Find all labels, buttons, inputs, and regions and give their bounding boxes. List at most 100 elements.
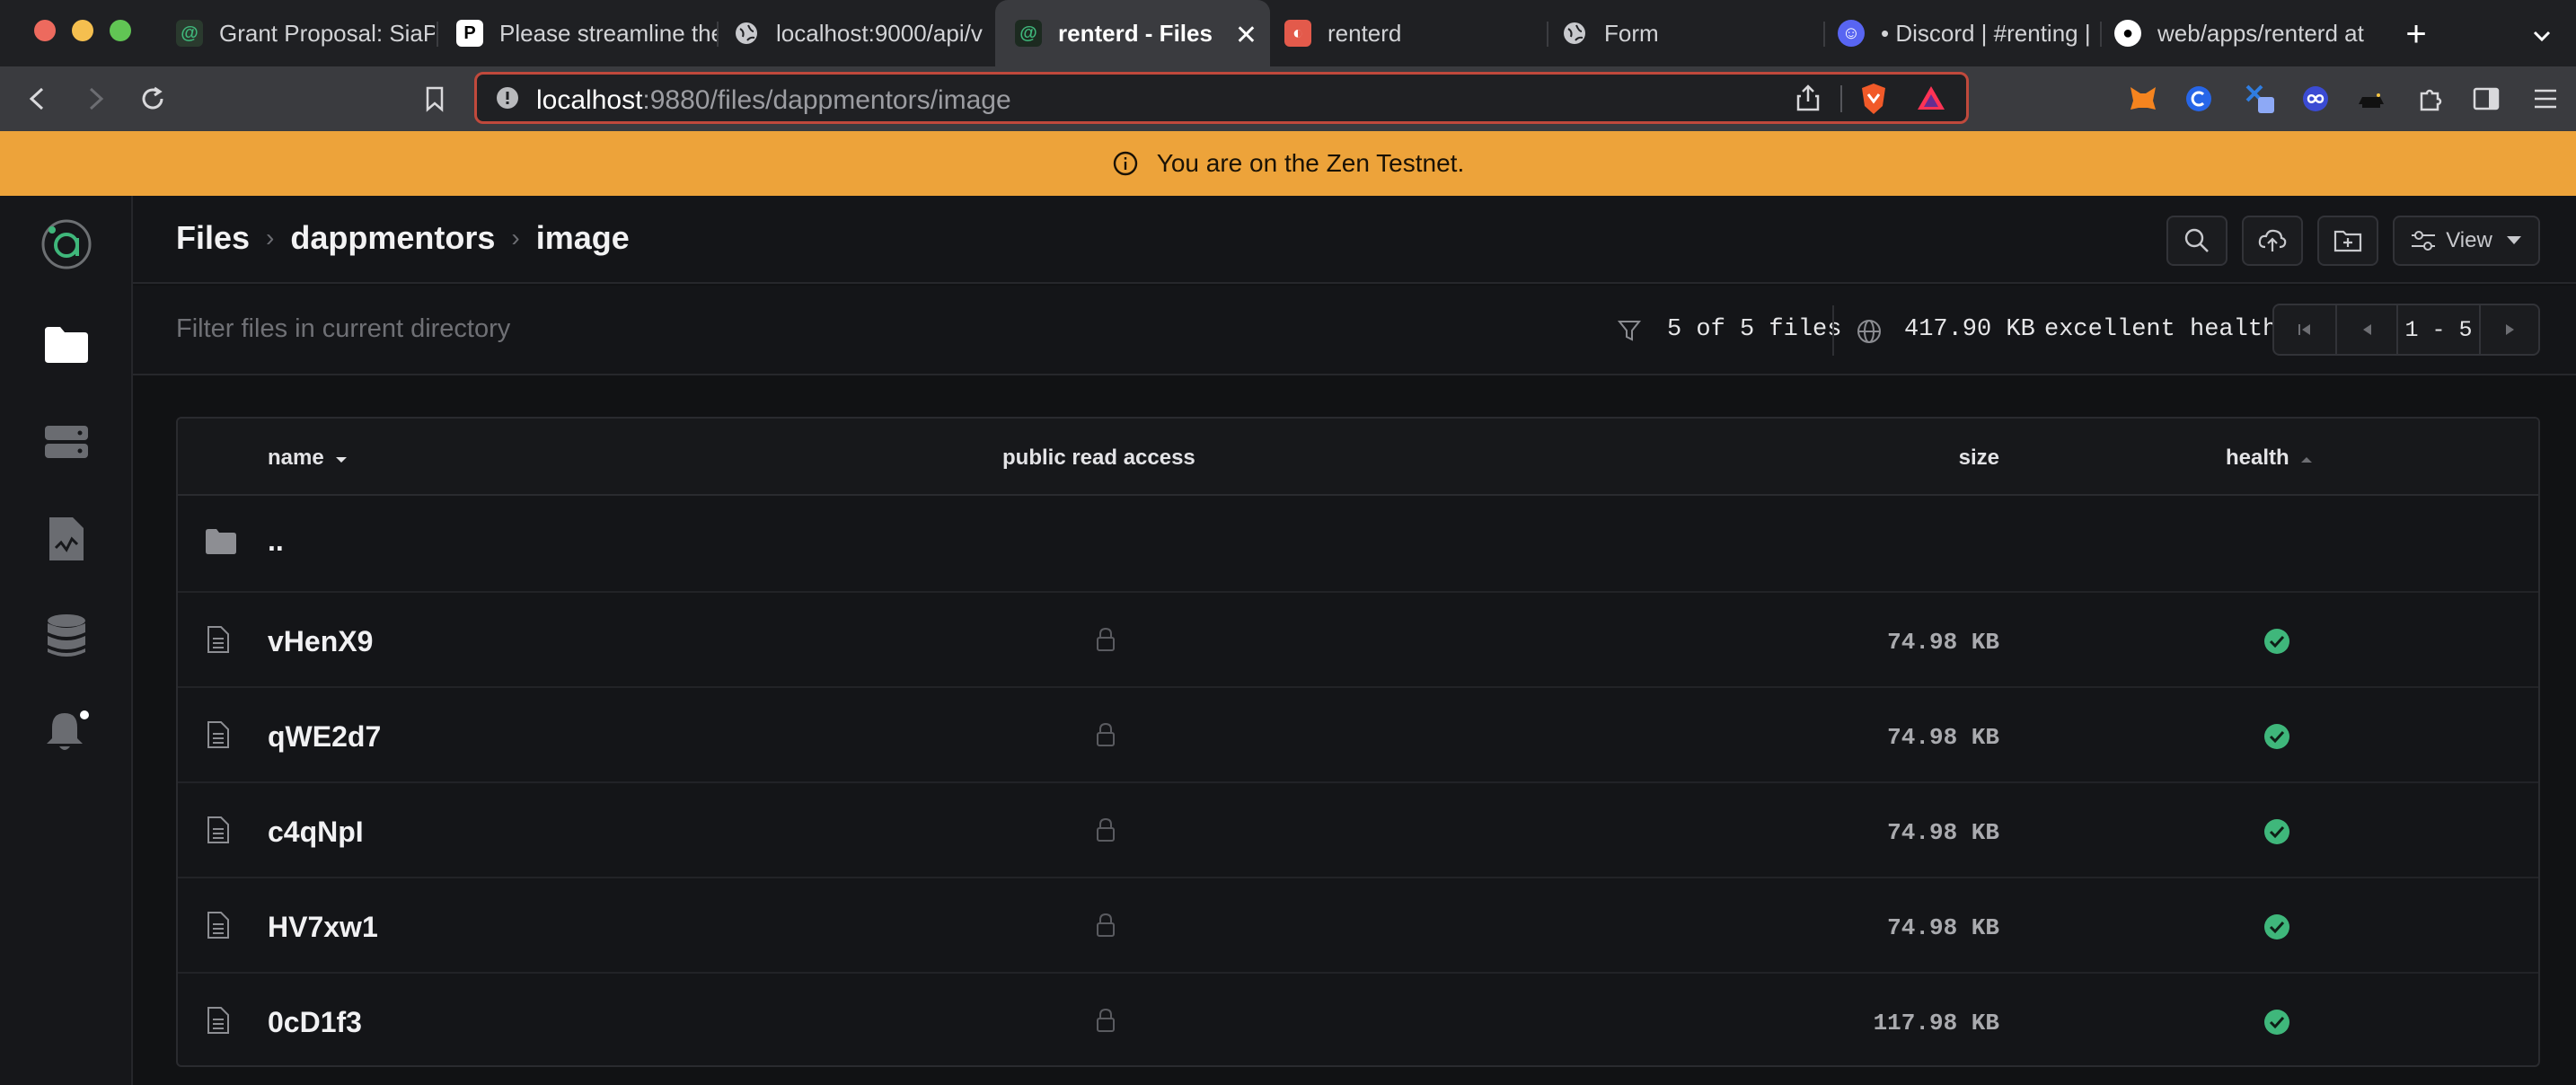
contracts-document-icon[interactable] — [40, 512, 93, 566]
table-row[interactable]: vHenX9 74.98 KB — [178, 593, 2538, 688]
files-folder-icon[interactable] — [40, 318, 93, 372]
breadcrumb-item-files[interactable]: Files — [176, 219, 250, 257]
brave-shields-icon[interactable] — [1858, 82, 1889, 120]
tab-label: Please streamline the — [499, 19, 717, 47]
browser-tab-strip: @ Grant Proposal: SiaP P Please streamli… — [0, 0, 2576, 66]
minimize-window-button[interactable] — [72, 20, 93, 41]
browser-tab[interactable]: P Please streamline the — [456, 0, 717, 66]
file-name-link[interactable]: HV7xw1 — [268, 911, 378, 944]
database-icon[interactable] — [40, 609, 93, 663]
renterd-favicon-icon: @ — [1015, 20, 1042, 47]
file-icon — [207, 816, 230, 849]
banner-text: You are on the Zen Testnet. — [1156, 149, 1465, 177]
sia-logo-icon[interactable] — [40, 217, 93, 271]
upload-button[interactable] — [2242, 216, 2303, 266]
file-icon — [207, 1006, 230, 1039]
file-count: 5 of 5 files — [1667, 316, 1842, 343]
metamask-extension-icon[interactable] — [2125, 81, 2161, 117]
total-size: 417.90 KB — [1904, 316, 2035, 343]
search-button[interactable] — [2166, 216, 2228, 266]
table-row-parent[interactable]: .. — [178, 498, 2538, 593]
browser-tab[interactable]: Form — [1561, 0, 1822, 66]
view-button[interactable]: View — [2393, 216, 2540, 266]
extensions-puzzle-icon[interactable] — [2413, 81, 2448, 117]
breadcrumb-item-directory[interactable]: image — [536, 219, 630, 257]
next-page-button[interactable] — [2481, 305, 2540, 354]
health-check-icon — [2263, 628, 2290, 659]
notifications-bell-icon[interactable] — [40, 704, 93, 758]
tab-label: web/apps/renterd at — [2157, 19, 2364, 47]
column-name-header[interactable]: name — [268, 445, 348, 471]
file-size: 74.98 KB — [1887, 819, 1999, 846]
c-extension-icon[interactable] — [2181, 81, 2217, 117]
health-check-icon — [2263, 818, 2290, 850]
column-public-header[interactable]: public read access — [1002, 445, 1195, 471]
caret-right-icon — [2506, 324, 2514, 335]
discord-favicon-icon: ☺ — [1838, 20, 1865, 47]
lock-icon — [1096, 913, 1116, 942]
browser-tab[interactable]: ◐ renterd — [1284, 0, 1545, 66]
browser-tab[interactable]: ● web/apps/renterd at — [2114, 0, 2371, 66]
bookmark-icon[interactable] — [417, 81, 453, 117]
globe-icon — [733, 20, 760, 47]
file-size: 74.98 KB — [1887, 724, 1999, 751]
pagination: 1 - 5 — [2272, 304, 2540, 356]
table-row[interactable]: HV7xw1 74.98 KB — [178, 878, 2538, 974]
table-row[interactable]: qWE2d7 74.98 KB — [178, 688, 2538, 783]
caret-left-icon — [2363, 324, 2371, 335]
menu-icon[interactable] — [2527, 81, 2563, 117]
hosts-server-icon[interactable] — [40, 415, 93, 469]
x-extension-icon[interactable] — [2242, 81, 2278, 117]
health-summary: excellent health — [2044, 316, 2278, 343]
browser-tab[interactable]: ☺ • Discord | #renting | — [1838, 0, 2089, 66]
close-tab-icon[interactable]: ✕ — [1235, 20, 1257, 51]
column-health-header[interactable]: health — [2226, 445, 2313, 471]
hat-extension-icon[interactable] — [2353, 81, 2389, 117]
column-size-header[interactable]: size — [1959, 445, 1999, 471]
file-name-link[interactable]: qWE2d7 — [268, 720, 381, 754]
file-name-link[interactable]: vHenX9 — [268, 625, 373, 658]
tab-list-chevron-icon[interactable] — [2524, 18, 2560, 54]
folder-icon — [205, 528, 237, 560]
filter-icon — [1617, 318, 1642, 348]
sidebar-toggle-icon[interactable] — [2468, 81, 2504, 117]
address-bar[interactable]: localhost:9880/files/dappmentors/image — [474, 72, 1969, 124]
app-sidebar — [0, 196, 133, 1085]
tab-label: Form — [1604, 19, 1659, 47]
table-row[interactable]: 0cD1f3 117.98 KB — [178, 974, 2538, 1065]
tab-label: localhost:9000/api/v — [776, 19, 983, 47]
reload-icon[interactable] — [135, 81, 171, 117]
cloud-upload-icon — [2258, 229, 2287, 251]
tab-label: • Discord | #renting | — [1881, 19, 2089, 47]
file-name-link[interactable]: c4qNpI — [268, 816, 364, 849]
previous-page-button[interactable] — [2337, 305, 2396, 354]
first-page-button[interactable] — [2274, 305, 2335, 354]
browser-tab[interactable]: @ Grant Proposal: SiaP — [176, 0, 435, 66]
back-icon[interactable] — [20, 81, 56, 117]
close-window-button[interactable] — [34, 20, 56, 41]
lock-icon — [1096, 722, 1116, 752]
filter-input[interactable]: Filter files in current directory — [176, 314, 510, 344]
breadcrumb-item-bucket[interactable]: dappmentors — [290, 219, 495, 257]
brave-rewards-icon[interactable] — [1916, 84, 1946, 117]
file-name-link[interactable]: 0cD1f3 — [268, 1006, 362, 1039]
info-icon — [1113, 151, 1137, 176]
zoom-window-button[interactable] — [110, 20, 131, 41]
table-row[interactable]: c4qNpI 74.98 KB — [178, 783, 2538, 878]
health-check-icon — [2263, 913, 2290, 945]
tab-label: Grant Proposal: SiaP — [219, 19, 435, 47]
first-page-icon — [2298, 324, 2310, 335]
browser-tab-active[interactable]: @ renterd - Files ✕ — [995, 0, 1270, 66]
new-tab-icon[interactable]: + — [2398, 14, 2434, 54]
lock-icon — [1096, 1008, 1116, 1037]
forward-icon[interactable] — [77, 81, 113, 117]
health-check-icon — [2263, 1009, 2290, 1040]
globe-icon — [1856, 318, 1883, 349]
share-icon[interactable] — [1795, 84, 1821, 117]
site-info-icon[interactable] — [495, 85, 520, 115]
infinity-extension-icon[interactable] — [2298, 81, 2333, 117]
file-size: 74.98 KB — [1887, 629, 1999, 656]
parent-directory-link[interactable]: .. — [268, 525, 284, 558]
new-folder-button[interactable] — [2317, 216, 2378, 266]
browser-tab[interactable]: localhost:9000/api/v — [733, 0, 990, 66]
